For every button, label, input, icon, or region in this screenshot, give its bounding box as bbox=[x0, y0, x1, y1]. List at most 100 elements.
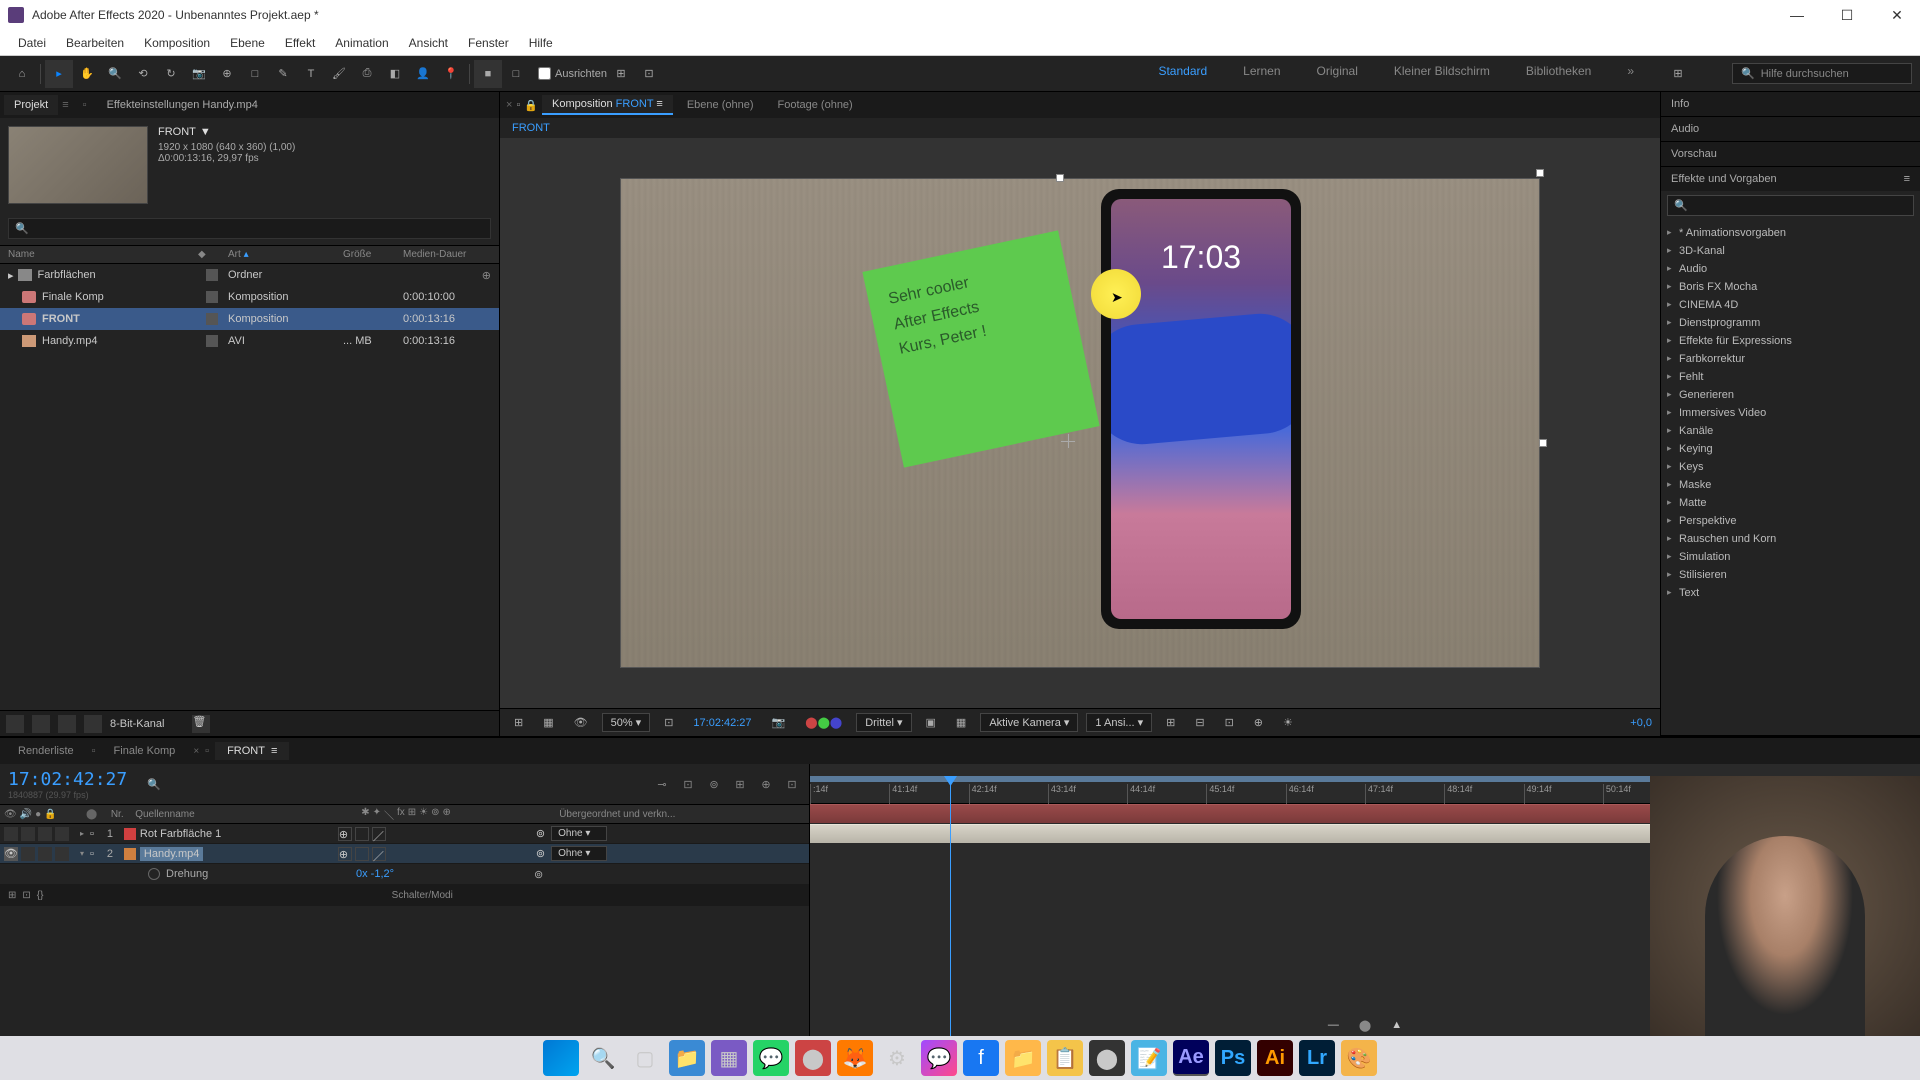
exposure-value[interactable]: +0,0 bbox=[1630, 717, 1652, 729]
workspace-more[interactable]: » bbox=[1621, 60, 1640, 88]
switches-modes-label[interactable]: Schalter/Modi bbox=[392, 890, 453, 901]
windows-taskbar[interactable]: 🔍 ▢ 📁 ▦ 💬 ⬤ 🦊 ⚙ 💬 f 📁 📋 ⬤ 📝 Ae Ps Ai Lr … bbox=[0, 1036, 1920, 1080]
bit-depth[interactable]: 8-Bit-Kanal bbox=[110, 718, 164, 730]
delete-button[interactable]: 🗑 bbox=[192, 715, 210, 733]
menu-ebene[interactable]: Ebene bbox=[220, 32, 275, 54]
camera-dropdown[interactable]: Aktive Kamera ▾ bbox=[980, 713, 1078, 732]
home-tool[interactable]: ⌂ bbox=[8, 60, 36, 88]
new-comp-button[interactable] bbox=[58, 715, 76, 733]
workspace-kleiner[interactable]: Kleiner Bildschirm bbox=[1388, 60, 1496, 88]
eraser-tool[interactable]: ◧ bbox=[381, 60, 409, 88]
effect-category[interactable]: Boris FX Mocha bbox=[1661, 278, 1920, 296]
quality-switch[interactable]: ／ bbox=[372, 827, 386, 841]
lock-toggle[interactable] bbox=[55, 827, 69, 841]
workspace-bibliotheken[interactable]: Bibliotheken bbox=[1520, 60, 1597, 88]
rotation-value[interactable]: 0x -1,2° bbox=[356, 868, 394, 880]
effect-category[interactable]: Audio bbox=[1661, 260, 1920, 278]
project-tab[interactable]: Projekt bbox=[4, 95, 58, 115]
effect-category[interactable]: Text bbox=[1661, 584, 1920, 602]
col-dur[interactable]: Medien-Dauer bbox=[403, 249, 491, 260]
settings-button[interactable] bbox=[84, 715, 102, 733]
info-panel-tab[interactable]: Info bbox=[1661, 92, 1920, 116]
toggle-switches-icon[interactable]: ⊞ bbox=[8, 890, 16, 901]
text-tool[interactable]: T bbox=[297, 60, 325, 88]
timeline-tab-finale[interactable]: Finale Komp bbox=[102, 742, 188, 760]
snapshot-button[interactable]: 📷 bbox=[766, 714, 792, 731]
exposure-reset[interactable]: ☀ bbox=[1277, 714, 1299, 731]
resolution-dropdown[interactable]: Drittel ▾ bbox=[856, 713, 911, 732]
clone-tool[interactable]: ⎙ bbox=[353, 60, 381, 88]
effect-category[interactable]: Keying bbox=[1661, 440, 1920, 458]
effect-category[interactable]: CINEMA 4D bbox=[1661, 296, 1920, 314]
start-button[interactable] bbox=[543, 1040, 579, 1076]
pickwhip-icon[interactable]: ⊚ bbox=[536, 827, 545, 840]
selection-handle[interactable] bbox=[1539, 439, 1547, 447]
project-thumbnail[interactable] bbox=[8, 126, 148, 204]
layer-color-tag[interactable] bbox=[124, 848, 136, 860]
zoom-in-icon[interactable]: ▲ bbox=[1391, 1019, 1402, 1031]
selection-tool[interactable]: ▸ bbox=[45, 60, 73, 88]
puppet-tool[interactable]: 📍 bbox=[437, 60, 465, 88]
help-search[interactable]: 🔍 Hilfe durchsuchen bbox=[1732, 63, 1912, 84]
close-button[interactable]: ✕ bbox=[1882, 7, 1912, 24]
explorer-icon[interactable]: 📁 bbox=[669, 1040, 705, 1076]
fill-color[interactable]: ■ bbox=[474, 60, 502, 88]
menu-komposition[interactable]: Komposition bbox=[134, 32, 220, 54]
flowchart-button[interactable]: ⊕ bbox=[1248, 714, 1269, 731]
effects-panel-tab[interactable]: Effekte und Vorgaben≡ bbox=[1661, 167, 1920, 191]
workspace-lernen[interactable]: Lernen bbox=[1237, 60, 1286, 88]
timeline-timecode[interactable]: 17:02:42:27 bbox=[8, 769, 127, 790]
app-icon-1[interactable]: ▦ bbox=[711, 1040, 747, 1076]
effect-category[interactable]: Dienstprogramm bbox=[1661, 314, 1920, 332]
comp-viewer-tab[interactable]: Komposition FRONT ≡ bbox=[542, 95, 673, 115]
snap-tool[interactable]: ⊞ bbox=[607, 60, 635, 88]
effect-category[interactable]: Fehlt bbox=[1661, 368, 1920, 386]
current-time-display[interactable]: 17:02:42:27 bbox=[687, 715, 757, 731]
effect-category[interactable]: Perspektive bbox=[1661, 512, 1920, 530]
project-item-folder[interactable]: ▸Farbflächen Ordner ⊕ bbox=[0, 264, 499, 286]
timeline-tab-front[interactable]: FRONT ≡ bbox=[215, 742, 289, 760]
workspace-original[interactable]: Original bbox=[1311, 60, 1364, 88]
zoom-dropdown[interactable]: 50% ▾ bbox=[602, 713, 651, 732]
firefox-icon[interactable]: 🦊 bbox=[837, 1040, 873, 1076]
effect-category[interactable]: 3D-Kanal bbox=[1661, 242, 1920, 260]
timeline-layer-2[interactable]: 👁 ▾ ▫ 2 Handy.mp4 ⊕ ／ ⊚ bbox=[0, 844, 809, 864]
footage-viewer-tab[interactable]: Footage (ohne) bbox=[768, 96, 863, 114]
shy-switch[interactable]: ⊕ bbox=[338, 827, 352, 841]
transparency-toggle[interactable]: ▦ bbox=[950, 714, 972, 731]
anchor-point-icon[interactable] bbox=[1061, 434, 1075, 448]
align-checkbox[interactable] bbox=[538, 67, 551, 80]
workspace-standard[interactable]: Standard bbox=[1152, 60, 1213, 88]
app-icon-3[interactable]: ⚙ bbox=[879, 1040, 915, 1076]
col-size[interactable]: Größe bbox=[343, 249, 403, 260]
fast-preview[interactable]: ⊟ bbox=[1189, 714, 1210, 731]
collapse-switch[interactable] bbox=[355, 847, 369, 861]
toggle-in-out-icon[interactable]: {} bbox=[37, 890, 44, 901]
safe-zones[interactable]: ⊡ bbox=[658, 714, 679, 731]
roto-tool[interactable]: 👤 bbox=[409, 60, 437, 88]
pixel-aspect[interactable]: ⊞ bbox=[1160, 714, 1181, 731]
parent-dropdown[interactable]: Ohne ▾ bbox=[551, 826, 607, 841]
playhead[interactable] bbox=[950, 784, 951, 1036]
timeline-search[interactable]: 🔍 bbox=[147, 778, 161, 791]
interpret-button[interactable] bbox=[6, 715, 24, 733]
col-type[interactable]: Art ▴ bbox=[228, 249, 343, 260]
minimize-button[interactable]: — bbox=[1782, 7, 1812, 23]
effect-category[interactable]: Keys bbox=[1661, 458, 1920, 476]
timeline-layer-1[interactable]: ▸ ▫ 1 Rot Farbfläche 1 ⊕ ／ ⊚ Ohne ▾ bbox=[0, 824, 809, 844]
brush-tool[interactable]: 🖌 bbox=[325, 60, 353, 88]
pickwhip-icon[interactable]: ⊚ bbox=[536, 847, 545, 860]
dropdown-icon[interactable]: ▼ bbox=[200, 126, 211, 138]
solo-toggle[interactable] bbox=[38, 827, 52, 841]
graph-editor-toggle[interactable]: ⊞ bbox=[731, 775, 749, 793]
effect-category[interactable]: Stilisieren bbox=[1661, 566, 1920, 584]
effect-category[interactable]: Matte bbox=[1661, 494, 1920, 512]
parent-dropdown[interactable]: Ohne ▾ bbox=[551, 846, 607, 861]
whatsapp-icon[interactable]: 💬 bbox=[753, 1040, 789, 1076]
region-toggle[interactable]: ▣ bbox=[920, 714, 942, 731]
anchor-tool[interactable]: ⊕ bbox=[213, 60, 241, 88]
expression-pickwhip-icon[interactable]: ⊚ bbox=[534, 868, 543, 881]
facebook-icon[interactable]: f bbox=[963, 1040, 999, 1076]
timeline-button[interactable]: ⊡ bbox=[1219, 714, 1240, 731]
visibility-toggle[interactable]: 👁 bbox=[4, 847, 18, 861]
